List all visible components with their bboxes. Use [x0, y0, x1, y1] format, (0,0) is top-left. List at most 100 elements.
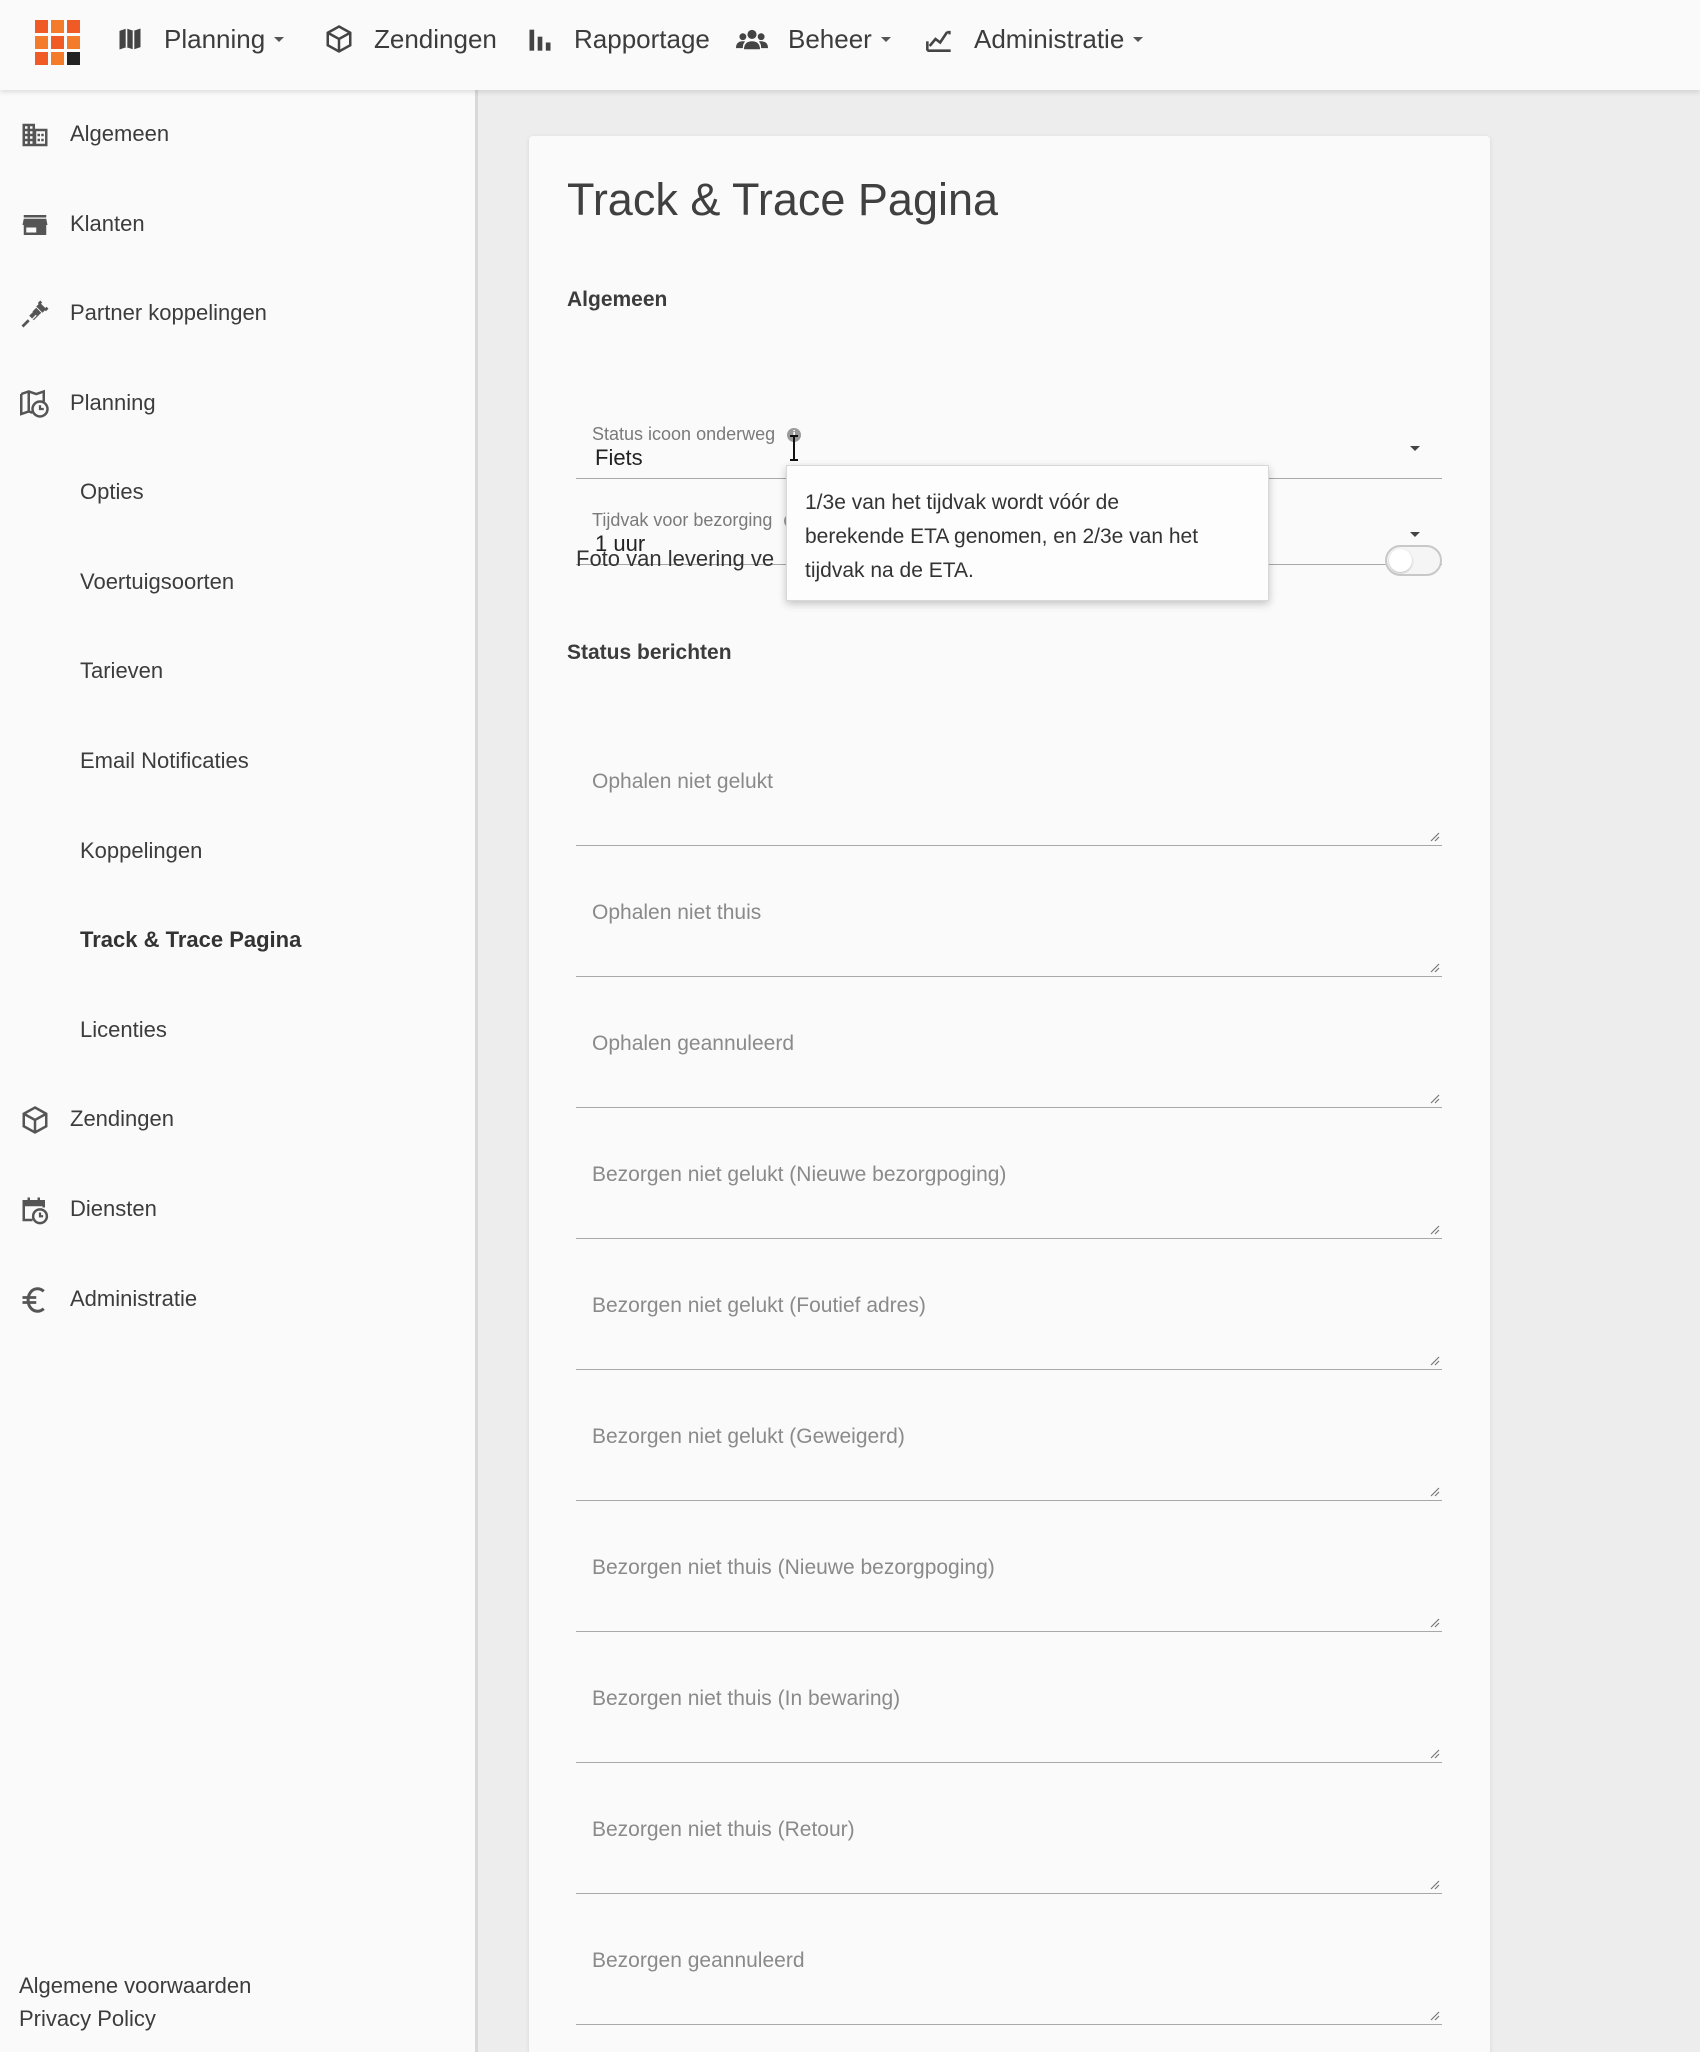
sidebar-item-label: Zendingen	[70, 1106, 174, 1131]
sidebar-item-planning[interactable]: Planning	[0, 373, 475, 433]
sidebar-item-voertuigsoorten[interactable]: Voertuigsoorten	[0, 552, 475, 612]
timeslot-info-tooltip: 1/3e van het tijdvak wordt vóór de berek…	[786, 465, 1269, 601]
nav-administratie-label: Administratie	[974, 23, 1125, 54]
nav-rapportage[interactable]: Rapportage	[526, 0, 710, 78]
status-message-textarea[interactable]: Ophalen niet thuis	[576, 865, 1442, 977]
status-icon-label-text: Status icoon onderweg	[592, 424, 776, 444]
textarea-placeholder: Ophalen geannuleerd	[592, 1032, 795, 1055]
resize-handle-icon[interactable]	[1428, 1616, 1440, 1628]
sidebar-item-label: Opties	[80, 479, 144, 504]
resize-handle-icon[interactable]	[1428, 1485, 1440, 1497]
status-message-textarea[interactable]: Bezorgen niet gelukt (Foutief adres)	[576, 1258, 1442, 1370]
textarea-placeholder: Bezorgen niet gelukt (Foutief adres)	[592, 1294, 926, 1317]
privacy-policy-link[interactable]: Privacy Policy	[19, 2006, 156, 2032]
sidebar-item-opties[interactable]: Opties	[0, 462, 475, 522]
dropdown-arrow-icon	[1410, 446, 1420, 451]
terms-link[interactable]: Algemene voorwaarden	[19, 1973, 251, 1999]
sidebar-item-partner-koppelingen[interactable]: Partner koppelingen	[0, 283, 475, 343]
nav-zendingen-label: Zendingen	[374, 23, 497, 54]
chevron-down-icon	[880, 36, 891, 42]
nav-beheer-label: Beheer	[788, 23, 872, 54]
logo-square	[67, 52, 80, 65]
textarea-placeholder: Ophalen niet gelukt	[592, 770, 773, 793]
logo-square	[67, 20, 80, 33]
app-grid-logo-icon[interactable]	[35, 20, 80, 65]
resize-handle-icon[interactable]	[1428, 830, 1440, 842]
textarea-placeholder: Bezorgen geannuleerd	[592, 1949, 805, 1972]
logo-square	[35, 36, 48, 49]
sidebar-item-licenties[interactable]: Licenties	[0, 1000, 475, 1060]
status-message-textarea[interactable]: Bezorgen niet gelukt (Nieuwe bezorgpogin…	[576, 1127, 1442, 1239]
status-message-textarea[interactable]: Ophalen niet gelukt	[576, 734, 1442, 846]
nav-planning[interactable]: Planning	[116, 0, 285, 78]
status-message-textarea[interactable]: Bezorgen niet thuis (Retour)	[576, 1782, 1442, 1894]
sidebar-item-label: Partner koppelingen	[70, 300, 267, 325]
toggle-knob	[1389, 549, 1412, 572]
status-message-textarea[interactable]: Bezorgen niet thuis (Nieuwe bezorgpoging…	[576, 1520, 1442, 1632]
timeslot-label: Tijdvak voor bezorging i	[592, 510, 799, 531]
textarea-placeholder: Bezorgen niet thuis (Nieuwe bezorgpoging…	[592, 1556, 995, 1579]
status-message-textarea[interactable]: Bezorgen niet thuis (In bewaring)	[576, 1651, 1442, 1763]
nav-rapportage-label: Rapportage	[574, 23, 710, 54]
calendar-clock-icon	[22, 1197, 49, 1225]
timeslot-label-text: Tijdvak voor bezorging	[592, 510, 773, 530]
resize-handle-icon[interactable]	[1428, 1092, 1440, 1104]
textarea-placeholder: Bezorgen niet thuis (In bewaring)	[592, 1687, 901, 1710]
nav-administratie[interactable]: Administratie	[924, 0, 1144, 78]
sidebar-item-label: Email Notificaties	[80, 748, 249, 773]
sidebar-item-klanten[interactable]: Klanten	[0, 194, 475, 254]
textarea-placeholder: Bezorgen niet gelukt (Nieuwe bezorgpogin…	[592, 1163, 1007, 1186]
sidebar-item-algemeen[interactable]: Algemeen	[0, 104, 475, 164]
status-message-textarea[interactable]: Bezorgen geannuleerd	[576, 1913, 1442, 2025]
resize-handle-icon[interactable]	[1428, 2009, 1440, 2021]
settings-card: Track & Trace Pagina Algemeen Status ico…	[529, 136, 1490, 2052]
euro-icon	[22, 1287, 45, 1313]
nav-beheer[interactable]: Beheer	[736, 0, 891, 78]
status-message-textarea[interactable]: Ophalen geannuleerd	[576, 996, 1442, 1108]
text-cursor-icon	[790, 435, 798, 461]
resize-handle-icon[interactable]	[1428, 1878, 1440, 1890]
delivery-photo-toggle[interactable]	[1385, 545, 1442, 576]
status-message-textarea[interactable]: Manco	[576, 2044, 1442, 2052]
tooltip-line: 1/3e van het tijdvak wordt vóór de	[805, 491, 1120, 514]
resize-handle-icon[interactable]	[1428, 1354, 1440, 1366]
status-icon-label: Status icoon onderweg i	[592, 424, 802, 445]
sidebar-item-label: Klanten	[70, 211, 145, 236]
top-navigation-bar: Planning Zendingen Rapportage Beheer Adm…	[0, 0, 1700, 90]
chart-hand-icon	[926, 30, 951, 52]
store-icon	[22, 215, 48, 235]
map-icon	[119, 28, 141, 50]
resize-handle-icon[interactable]	[1428, 1747, 1440, 1759]
sidebar-item-tarieven[interactable]: Tarieven	[0, 641, 475, 701]
bar-chart-icon	[529, 29, 551, 51]
chevron-down-icon	[1133, 36, 1144, 42]
nav-zendingen[interactable]: Zendingen	[324, 0, 497, 78]
resize-handle-icon[interactable]	[1428, 1223, 1440, 1235]
sidebar-item-diensten[interactable]: Diensten	[0, 1179, 475, 1239]
sidebar-item-track-trace-pagina[interactable]: Track & Trace Pagina	[0, 910, 475, 970]
sidebar-item-label: Voertuigsoorten	[80, 569, 235, 594]
sidebar-item-label: Koppelingen	[80, 838, 203, 863]
page-title: Track & Trace Pagina	[567, 174, 999, 225]
status-message-textarea[interactable]: Bezorgen niet gelukt (Geweigerd)	[576, 1389, 1442, 1501]
sidebar-item-administratie[interactable]: Administratie	[0, 1269, 475, 1329]
logo-square	[35, 52, 48, 65]
sidebar-item-label: Algemeen	[70, 121, 170, 146]
sidebar-item-koppelingen[interactable]: Koppelingen	[0, 821, 475, 881]
plug-icon	[21, 300, 49, 328]
status-icon-value: Fiets	[595, 445, 643, 470]
chevron-down-icon	[274, 36, 285, 42]
sidebar-item-label: Planning	[70, 390, 156, 415]
resize-handle-icon[interactable]	[1428, 961, 1440, 973]
logo-square	[51, 36, 64, 49]
delivery-photo-label: Foto van levering ve	[576, 546, 775, 571]
sidebar-item-label: Administratie	[70, 1286, 198, 1311]
sidebar-item-email-notificaties[interactable]: Email Notificaties	[0, 731, 475, 791]
logo-square	[35, 20, 48, 33]
logo-square	[51, 20, 64, 33]
sidebar-item-label: Diensten	[70, 1196, 157, 1221]
nav-planning-label: Planning	[164, 23, 266, 54]
sidebar-item-zendingen[interactable]: Zendingen	[0, 1089, 475, 1149]
package-icon	[22, 1106, 48, 1134]
textarea-placeholder: Bezorgen niet gelukt (Geweigerd)	[592, 1425, 905, 1448]
